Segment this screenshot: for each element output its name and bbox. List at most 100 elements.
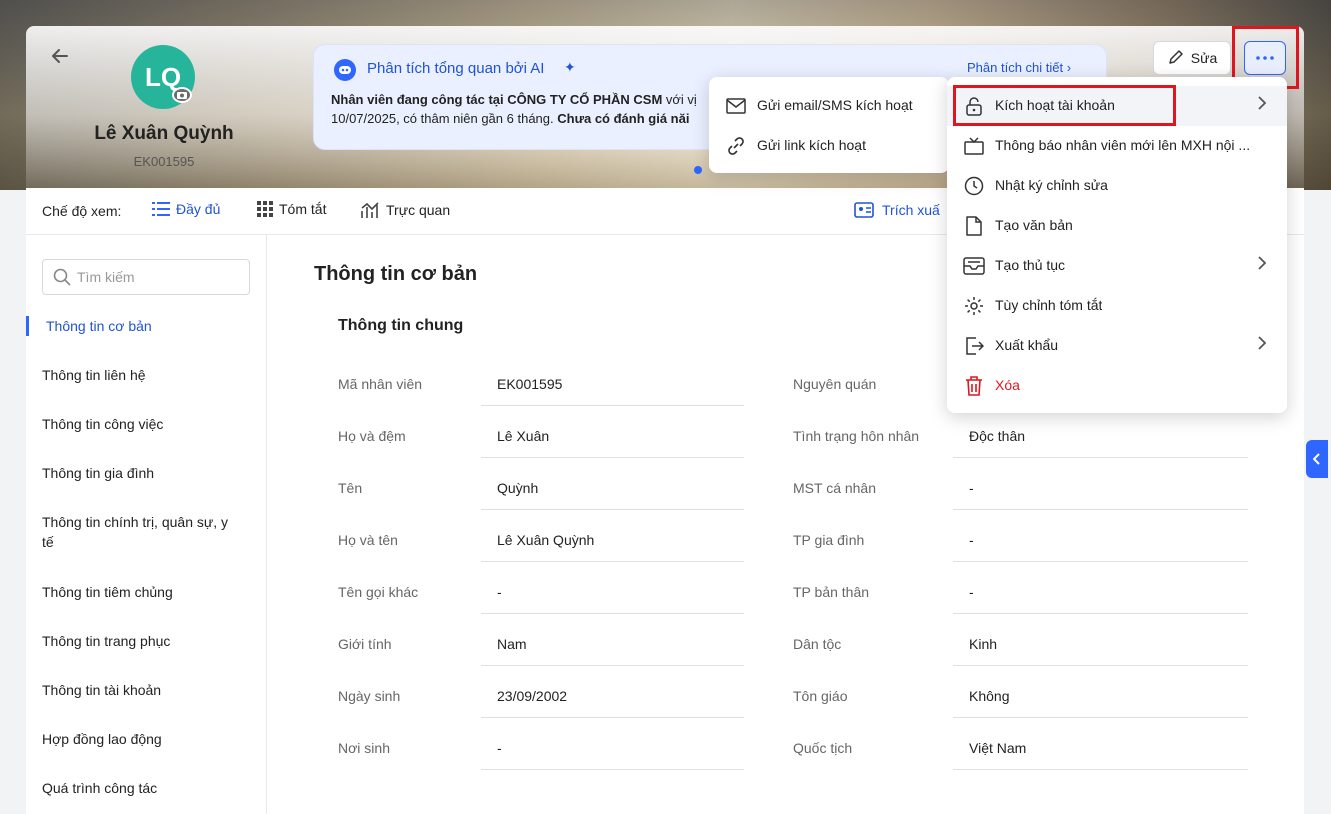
ai-text-bold-4: Chưa có đánh giá năi (557, 111, 690, 126)
mail-icon (725, 95, 747, 117)
field-value[interactable]: Lê Xuân Quỳnh (497, 532, 594, 548)
field-underline (481, 561, 744, 562)
document-icon (963, 215, 985, 237)
field-underline (481, 769, 744, 770)
field-personal-tax-code: MST cá nhân - (793, 470, 1253, 510)
view-option-summary[interactable]: Tóm tắt (257, 201, 326, 217)
extract-button-label: Trích xuấ (882, 202, 940, 218)
field-label: Dân tộc (793, 636, 842, 652)
chart-icon (361, 202, 379, 218)
field-birth-date: Ngày sinh 23/09/2002 (338, 678, 758, 718)
gear-icon (963, 295, 985, 317)
ai-detail-label: Phân tích chi tiết (967, 60, 1064, 75)
sidebar-item-vaccination-info[interactable]: Thông tin tiêm chủng (26, 582, 189, 602)
field-label: TP bản thân (793, 584, 870, 600)
field-label: Giới tính (338, 636, 392, 652)
back-arrow-icon[interactable] (48, 44, 72, 68)
field-label: Nơi sinh (338, 740, 390, 756)
highlight-box-activate (953, 85, 1176, 126)
field-underline (953, 457, 1248, 458)
field-value[interactable]: Lê Xuân (497, 428, 549, 444)
sidebar-item-work-history[interactable]: Quá trình công tác (26, 778, 173, 798)
view-option-visual[interactable]: Trực quan (360, 201, 450, 219)
menu-item-customize-summary[interactable]: Tùy chỉnh tóm tắt (947, 286, 1287, 326)
ai-bot-icon (334, 59, 356, 81)
collapse-panel-tab[interactable] (1306, 440, 1328, 478)
view-mode-label: Chế độ xem: (42, 203, 122, 219)
field-value[interactable]: - (969, 532, 974, 548)
menu-item-create-procedure[interactable]: Tạo thủ tục (947, 246, 1287, 286)
edit-button[interactable]: Sửa (1153, 41, 1231, 75)
menu-item-label: Tạo thủ tục (995, 257, 1066, 273)
id-card-icon (854, 202, 874, 218)
edit-button-label: Sửa (1190, 50, 1218, 66)
menu-item-delete[interactable]: Xóa (947, 366, 1287, 406)
field-value[interactable]: - (969, 480, 974, 496)
sidebar-item-basic-info[interactable]: Thông tin cơ bản (26, 316, 168, 336)
ai-detail-link[interactable]: Phân tích chi tiết › (967, 60, 1071, 75)
menu-item-label: Tạo văn bản (995, 217, 1073, 233)
camera-icon[interactable] (172, 87, 192, 103)
sidebar-item-family-info[interactable]: Thông tin gia đình (26, 463, 170, 483)
field-label: MST cá nhân (793, 480, 877, 496)
field-marital-status: Tình trạng hôn nhân Độc thân (793, 418, 1253, 458)
field-underline (953, 613, 1248, 614)
menu-item-edit-log[interactable]: Nhật ký chỉnh sửa (947, 166, 1287, 206)
sidebar-item-account-info[interactable]: Thông tin tài khoản (26, 680, 177, 700)
page-background-right (1304, 190, 1331, 814)
field-value[interactable]: 23/09/2002 (497, 688, 567, 704)
chevron-right-icon (1257, 95, 1267, 114)
search-input[interactable] (77, 269, 237, 285)
ai-text-bold-1: Nhân viên đang công tác tại CÔNG TY CỔ P… (331, 92, 663, 107)
menu-item-send-link[interactable]: Gửi link kích hoạt (709, 126, 949, 166)
employee-name: Lê Xuân Quỳnh (94, 123, 234, 144)
field-underline (953, 717, 1248, 718)
field-value[interactable]: Kinh (969, 636, 997, 652)
field-gender: Giới tính Nam (338, 626, 758, 666)
sidebar-item-political-military-health[interactable]: Thông tin chính trị, quân sự, y tế (26, 512, 256, 552)
field-underline (953, 665, 1248, 666)
page-background (0, 190, 26, 814)
view-option-full[interactable]: Đầy đủ (152, 201, 220, 217)
sidebar-item-job-info[interactable]: Thông tin công việc (26, 414, 179, 434)
more-options-menu: Kích hoạt tài khoản Thông báo nhân viên … (947, 77, 1287, 413)
field-middle-name: Họ và đệm Lê Xuân (338, 418, 758, 458)
field-value[interactable]: Độc thân (969, 428, 1025, 444)
pencil-icon (1167, 48, 1185, 69)
field-value[interactable]: Quỳnh (497, 480, 538, 496)
field-underline (481, 457, 744, 458)
employee-code: EK001595 (133, 154, 195, 169)
chevron-right-icon: › (1066, 60, 1072, 75)
field-ethnicity: Dân tộc Kinh (793, 626, 1253, 666)
view-option-visual-label: Trực quan (386, 202, 451, 218)
carousel-dot-active[interactable] (694, 166, 702, 174)
list-icon (152, 202, 170, 216)
sidebar-item-labor-contract[interactable]: Hợp đồng lao động (26, 729, 178, 749)
field-value[interactable]: - (497, 584, 502, 600)
search-box[interactable] (42, 259, 250, 295)
menu-item-label: Gửi email/SMS kích hoạt (757, 97, 913, 113)
extract-button[interactable]: Trích xuấ (854, 201, 940, 219)
field-value[interactable]: EK001595 (497, 376, 562, 392)
field-religion: Tôn giáo Không (793, 678, 1253, 718)
field-value[interactable]: - (969, 584, 974, 600)
field-value[interactable]: Không (969, 688, 1009, 704)
menu-item-create-document[interactable]: Tạo văn bản (947, 206, 1287, 246)
field-label: Tình trạng hôn nhân (793, 428, 920, 444)
field-label: TP gia đình (793, 532, 865, 548)
field-label: Tên (338, 480, 363, 496)
field-nationality: Quốc tịch Việt Nam (793, 730, 1253, 770)
sidebar-item-contact-info[interactable]: Thông tin liên hệ (26, 365, 162, 385)
link-icon (725, 135, 747, 157)
field-label: Quốc tịch (793, 740, 853, 756)
menu-item-send-email-sms[interactable]: Gửi email/SMS kích hoạt (709, 86, 949, 126)
ai-title: Phân tích tổng quan bởi AI (367, 60, 545, 77)
menu-item-announce-new-employee[interactable]: Thông báo nhân viên mới lên MXH nội ... (947, 126, 1287, 166)
menu-item-export[interactable]: Xuất khẩu (947, 326, 1287, 366)
field-value[interactable]: Nam (497, 636, 527, 652)
field-value[interactable]: Việt Nam (969, 740, 1026, 756)
field-value[interactable]: - (497, 740, 502, 756)
section-subtitle: Thông tin chung (338, 317, 464, 334)
field-label: Họ và đệm (338, 428, 406, 444)
sidebar-item-uniform-info[interactable]: Thông tin trang phục (26, 631, 186, 651)
